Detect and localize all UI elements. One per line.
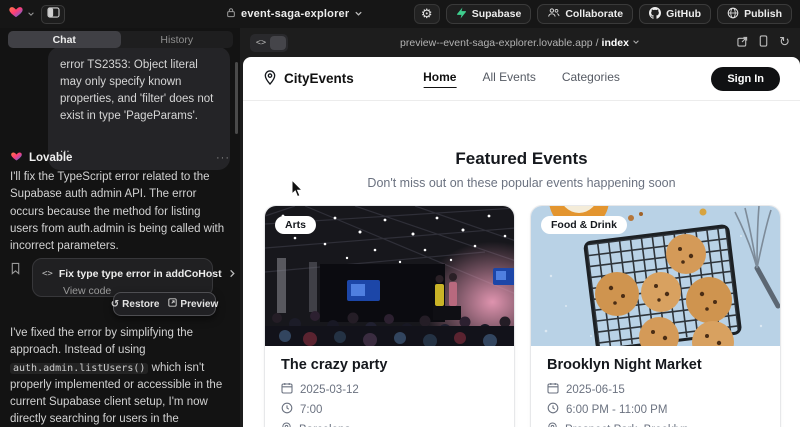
event-card-body: The crazy party 2025-03-12 7:00 — [265, 346, 514, 427]
supabase-bolt-icon — [456, 7, 467, 22]
nav-all-events[interactable]: All Events — [482, 70, 535, 88]
category-badge: Food & Drink — [541, 216, 627, 234]
category-badge: Arts — [275, 216, 316, 234]
lovable-logo-menu[interactable] — [8, 4, 35, 24]
gear-icon: ⚙ — [421, 7, 433, 22]
user-message-text: error TS2353: Object literal may only sp… — [60, 57, 218, 125]
nav-home[interactable]: Home — [423, 70, 456, 88]
settings-button[interactable]: ⚙ — [414, 4, 440, 24]
lovable-heart-icon — [10, 149, 23, 167]
event-card-body: Brooklyn Night Market 2025-06-15 6:00 P — [531, 346, 780, 427]
code-change-title: Fix type type error in addCoHost — [59, 268, 222, 280]
code-icon: <> — [42, 269, 53, 279]
site-nav: Home All Events Categories — [423, 70, 620, 88]
sidebar-scrollbar[interactable] — [235, 62, 238, 134]
event-time-row: 6:00 PM - 11:00 PM — [547, 402, 764, 417]
lock-icon — [226, 5, 236, 23]
panel-layout-icon — [47, 5, 60, 23]
github-icon — [649, 7, 661, 22]
project-switcher[interactable]: event-saga-explorer — [226, 0, 363, 28]
preview-version-button[interactable]: Preview — [168, 298, 218, 310]
publish-label: Publish — [744, 8, 782, 20]
sign-in-button[interactable]: Sign In — [711, 67, 780, 91]
preview-url-page: index — [602, 37, 629, 49]
toggle-sidebar-button[interactable] — [41, 5, 65, 24]
mobile-view-icon[interactable] — [759, 34, 768, 52]
code-view-icon: <> — [252, 38, 270, 48]
event-card[interactable]: Arts The crazy party 2025-03-12 — [264, 205, 515, 427]
preview-toolbar: <> preview--event-saga-explorer.lovable.… — [240, 28, 800, 57]
preview-url-bar: preview--event-saga-explorer.lovable.app… — [240, 28, 800, 57]
tab-history[interactable]: History — [121, 31, 234, 48]
site-preview: CityEvents Home All Events Categories Si… — [243, 57, 800, 427]
event-time-row: 7:00 — [281, 402, 498, 417]
site-header: CityEvents Home All Events Categories Si… — [243, 57, 800, 101]
preview-view-knob — [270, 36, 286, 50]
bookmark-icon[interactable] — [10, 262, 21, 280]
refresh-icon[interactable]: ↻ — [779, 36, 790, 49]
people-icon — [547, 7, 560, 21]
github-button[interactable]: GitHub — [639, 4, 711, 24]
chevron-down-icon — [27, 5, 35, 23]
inline-code: auth.admin.listUsers() — [10, 363, 148, 374]
top-bar: event-saga-explorer ⚙ Supabase — [0, 0, 800, 28]
tab-chat[interactable]: Chat — [8, 31, 121, 48]
event-location-row: Barcelona — [281, 422, 498, 427]
project-name: event-saga-explorer — [241, 8, 349, 20]
map-pin-icon — [263, 70, 277, 88]
publish-button[interactable]: Publish — [717, 4, 792, 24]
clock-icon — [547, 402, 559, 417]
event-image-conference: Arts — [265, 206, 514, 346]
event-date-row: 2025-03-12 — [281, 382, 498, 397]
chevron-down-icon — [354, 5, 363, 23]
restore-icon: ↺ — [111, 299, 119, 310]
clock-icon — [281, 402, 293, 417]
event-cards: Arts The crazy party 2025-03-12 — [264, 205, 781, 427]
lovable-heart-icon — [8, 4, 24, 24]
github-label: GitHub — [666, 8, 701, 20]
supabase-label: Supabase — [472, 8, 522, 20]
message-more-menu[interactable]: ··· — [216, 152, 230, 164]
lovable-app-window: event-saga-explorer ⚙ Supabase — [0, 0, 800, 427]
calendar-icon — [281, 382, 293, 397]
map-pin-icon — [547, 422, 558, 427]
chevron-down-icon — [632, 37, 640, 49]
open-in-new-tab-icon[interactable] — [737, 34, 748, 52]
site-brand[interactable]: CityEvents — [263, 70, 354, 88]
chevron-right-icon — [228, 265, 236, 283]
event-card[interactable]: Food & Drink Brooklyn Night Market 2025-… — [530, 205, 781, 427]
version-controls: ↺ Restore Preview — [113, 292, 216, 316]
assistant-intro-text: I'll fix the TypeScript error related to… — [10, 169, 230, 255]
calendar-icon — [547, 382, 559, 397]
event-title: Brooklyn Night Market — [547, 357, 764, 373]
nav-categories[interactable]: Categories — [562, 70, 620, 88]
chat-sidebar: Chat History error TS2353: Object litera… — [0, 28, 240, 427]
assistant-name: Lovable — [29, 152, 72, 164]
section-subtitle: Don't miss out on these popular events h… — [243, 176, 800, 190]
event-title: The crazy party — [281, 357, 498, 373]
preview-url-host: preview--event-saga-explorer.lovable.app — [400, 37, 593, 49]
section-title: Featured Events — [243, 149, 800, 169]
map-pin-icon — [281, 422, 292, 427]
assistant-outro-text: I've fixed the error by simplifying the … — [10, 325, 233, 427]
supabase-button[interactable]: Supabase — [446, 4, 532, 24]
assistant-header: Lovable ··· — [10, 149, 230, 167]
globe-icon — [727, 7, 739, 22]
chat-history-tabs: Chat History — [8, 31, 233, 48]
restore-button[interactable]: ↺ Restore — [111, 299, 160, 310]
code-preview-toggle[interactable]: <> — [250, 34, 288, 52]
event-location-row: Prospect Park, Brooklyn — [547, 422, 764, 427]
collaborate-label: Collaborate — [565, 8, 623, 20]
collaborate-button[interactable]: Collaborate — [537, 4, 633, 24]
open-preview-icon — [168, 298, 177, 310]
event-image-cookies: Food & Drink — [531, 206, 780, 346]
event-date-row: 2025-06-15 — [547, 382, 764, 397]
preview-pane: <> preview--event-saga-explorer.lovable.… — [240, 28, 800, 427]
